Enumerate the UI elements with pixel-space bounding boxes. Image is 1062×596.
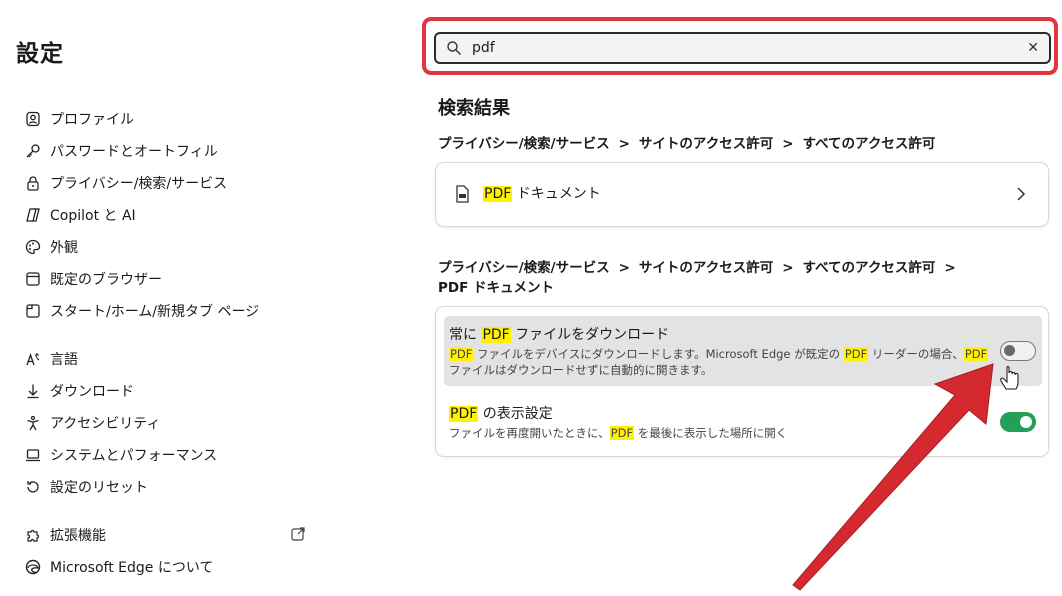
search-icon	[446, 40, 462, 56]
breadcrumb-item[interactable]: PDF ドキュメント	[438, 280, 554, 296]
breadcrumb-separator: >	[618, 260, 630, 276]
breadcrumb: プライバシー/検索/サービス > サイトのアクセス許可 > すべてのアクセス許可 > PDF…	[438, 258, 1038, 298]
sidebar-item-profile[interactable]: プロファイル	[22, 105, 312, 133]
sidebar-item-downloads[interactable]: ダウンロード	[22, 377, 312, 405]
sidebar-item-label: 外観	[50, 240, 78, 256]
edge-icon	[22, 556, 44, 578]
sidebar-item-system[interactable]: システムとパフォーマンス	[22, 441, 312, 469]
download-icon	[22, 380, 44, 402]
sidebar-item-label: Microsoft Edge について	[50, 560, 214, 576]
close-icon[interactable]: ✕	[1027, 40, 1039, 56]
accessibility-icon	[22, 412, 44, 434]
sidebar-item-label: パスワードとオートフィル	[50, 144, 218, 160]
breadcrumb-separator: >	[782, 136, 794, 152]
language-icon	[22, 348, 44, 370]
search-input[interactable]	[470, 39, 1004, 57]
sidebar-item-label: スタート/ホーム/新規タブ ページ	[50, 304, 260, 320]
sidebar-item-label: プライバシー/検索/サービス	[50, 176, 228, 192]
breadcrumb-separator: >	[944, 260, 956, 276]
lock-icon	[22, 172, 44, 194]
sidebar-item-label: システムとパフォーマンス	[50, 448, 218, 464]
breadcrumb-separator: >	[782, 260, 794, 276]
sidebar-item-label: 設定のリセット	[50, 480, 148, 496]
pdf-documents-result[interactable]: PDF ドキュメント	[435, 162, 1049, 227]
sidebar-item-label: プロファイル	[50, 112, 134, 128]
sidebar: 設定 プロファイル パスワードとオートフィル プライバシー/検索/サービス Co…	[0, 0, 330, 596]
copilot-icon	[22, 204, 44, 226]
sidebar-item-appearance[interactable]: 外観	[22, 233, 312, 261]
result-label: PDF ドキュメント	[483, 186, 601, 202]
sidebar-item-default-browser[interactable]: 既定のブラウザー	[22, 265, 312, 293]
sidebar-item-start-home[interactable]: スタート/ホーム/新規タブ ページ	[22, 297, 312, 325]
toggle-knob	[1020, 416, 1032, 428]
breadcrumb-item[interactable]: すべてのアクセス許可	[803, 260, 936, 276]
always-download-pdf-toggle[interactable]	[1000, 341, 1036, 361]
breadcrumb-item[interactable]: サイトのアクセス許可	[639, 136, 773, 152]
external-link-icon[interactable]	[290, 526, 306, 546]
sidebar-item-label: 拡張機能	[50, 528, 106, 544]
sidebar-item-reset[interactable]: 設定のリセット	[22, 473, 312, 501]
breadcrumb-separator: >	[618, 136, 630, 152]
breadcrumb-item[interactable]: すべてのアクセス許可	[803, 136, 936, 152]
setting-description: ファイルを再度開いたときに、PDF を最後に表示した場所に開く	[449, 426, 788, 440]
breadcrumb-item[interactable]: プライバシー/検索/サービス	[438, 136, 610, 152]
profile-icon	[22, 108, 44, 130]
laptop-icon	[22, 444, 44, 466]
search-bar[interactable]: ✕	[434, 32, 1051, 64]
puzzle-icon	[22, 524, 44, 546]
browser-icon	[22, 268, 44, 290]
sidebar-item-label: アクセシビリティ	[50, 416, 161, 432]
setting-title: PDF の表示設定	[449, 406, 553, 422]
sidebar-item-label: 言語	[50, 352, 78, 368]
page-title: 設定	[16, 41, 64, 67]
sidebar-item-label: 既定のブラウザー	[50, 272, 162, 288]
setting-title: 常に PDF ファイルをダウンロード	[449, 327, 670, 343]
sidebar-item-label: Copilot と AI	[50, 208, 136, 224]
sidebar-item-about[interactable]: Microsoft Edge について	[22, 553, 312, 581]
document-icon	[454, 185, 470, 203]
key-icon	[22, 140, 44, 162]
breadcrumb-item[interactable]: サイトのアクセス許可	[639, 260, 773, 276]
home-icon	[22, 300, 44, 322]
sidebar-item-extensions[interactable]: 拡張機能	[22, 521, 312, 549]
results-title: 検索結果	[438, 98, 510, 119]
breadcrumb-item[interactable]: プライバシー/検索/サービス	[438, 260, 610, 276]
sidebar-item-label: ダウンロード	[50, 384, 134, 400]
breadcrumb: プライバシー/検索/サービス > サイトのアクセス許可 > すべてのアクセス許可	[438, 134, 1038, 154]
reset-icon	[22, 476, 44, 498]
pdf-settings-card: 常に PDF ファイルをダウンロード PDF ファイルをデバイスにダウンロードし…	[435, 306, 1049, 457]
sidebar-item-accessibility[interactable]: アクセシビリティ	[22, 409, 312, 437]
sidebar-item-copilot[interactable]: Copilot と AI	[22, 201, 312, 229]
setting-description: PDF ファイルをデバイスにダウンロードします。Microsoft Edge が…	[449, 347, 989, 377]
chevron-right-icon	[1016, 186, 1026, 206]
sidebar-item-privacy[interactable]: プライバシー/検索/サービス	[22, 169, 312, 197]
toggle-knob	[1004, 345, 1015, 356]
sidebar-item-languages[interactable]: 言語	[22, 345, 312, 373]
pdf-view-position-toggle[interactable]	[1000, 412, 1036, 432]
sidebar-item-passwords[interactable]: パスワードとオートフィル	[22, 137, 312, 165]
palette-icon	[22, 236, 44, 258]
